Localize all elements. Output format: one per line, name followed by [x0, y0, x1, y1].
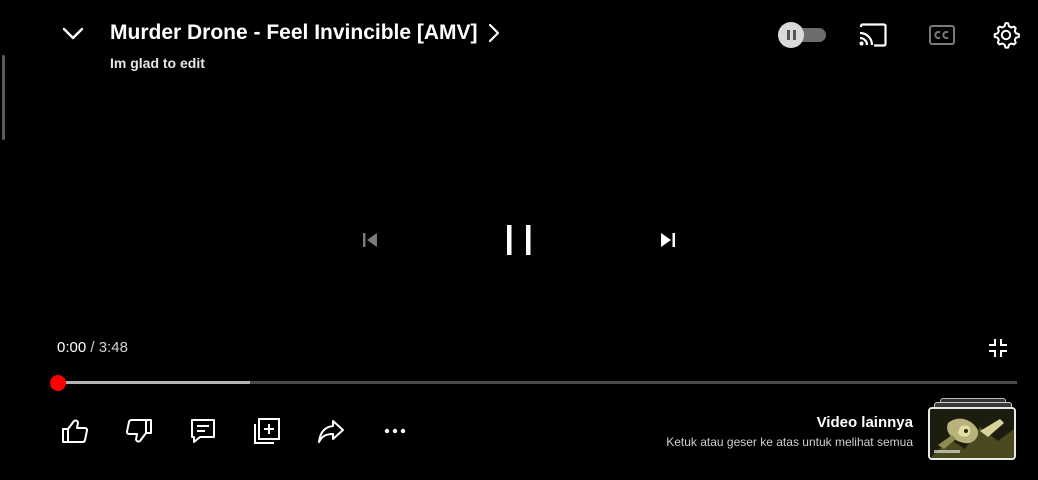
cast-icon[interactable] [857, 22, 889, 48]
like-button[interactable] [59, 415, 91, 447]
progress-buffered [58, 381, 250, 384]
duration: 3:48 [98, 339, 128, 356]
time-display: 0:00 / 3:48 [57, 339, 128, 356]
video-title: Murder Drone - Feel Invincible [AMV] [110, 21, 478, 44]
comments-button[interactable] [187, 415, 219, 447]
chevron-right-icon [488, 23, 499, 43]
more-button[interactable] [379, 415, 411, 447]
more-videos-prompt[interactable]: Video lainnya Ketuk atau geser ke atas u… [666, 414, 913, 449]
progress-bar[interactable] [50, 374, 1017, 391]
current-time: 0:00 [57, 339, 87, 356]
thumbs-up-icon [62, 419, 89, 443]
skip-next-icon[interactable] [656, 228, 680, 252]
gear-icon[interactable] [991, 20, 1021, 50]
thumbs-down-icon [125, 419, 152, 443]
scroll-edge-indicator [2, 55, 5, 140]
autoplay-toggle-icon [778, 22, 804, 48]
skip-previous-icon [358, 228, 382, 252]
time-separator: / [86, 339, 99, 356]
share-icon [318, 420, 344, 443]
pause-icon[interactable] [500, 220, 538, 260]
dislike-button[interactable] [123, 415, 155, 447]
share-button[interactable] [315, 415, 347, 447]
chevron-down-icon[interactable] [60, 20, 86, 46]
closed-captions-icon[interactable] [928, 22, 956, 48]
more-videos-thumbnail-stack[interactable] [928, 398, 1016, 460]
save-button[interactable] [251, 415, 283, 447]
more-videos-title: Video lainnya [816, 414, 913, 431]
more-horizontal-icon [384, 428, 406, 434]
add-to-playlist-icon [254, 418, 280, 444]
video-title-link[interactable]: Murder Drone - Feel Invincible [AMV] [110, 18, 502, 48]
comment-icon [191, 419, 215, 443]
progress-scrubber-handle[interactable] [50, 374, 66, 391]
channel-name: Im glad to edit [110, 55, 205, 71]
more-videos-hint: Ketuk atau geser ke atas untuk melihat s… [666, 435, 913, 449]
autoplay-toggle[interactable] [778, 22, 826, 48]
exit-fullscreen-icon[interactable] [986, 336, 1010, 360]
video-thumbnail [928, 407, 1016, 460]
